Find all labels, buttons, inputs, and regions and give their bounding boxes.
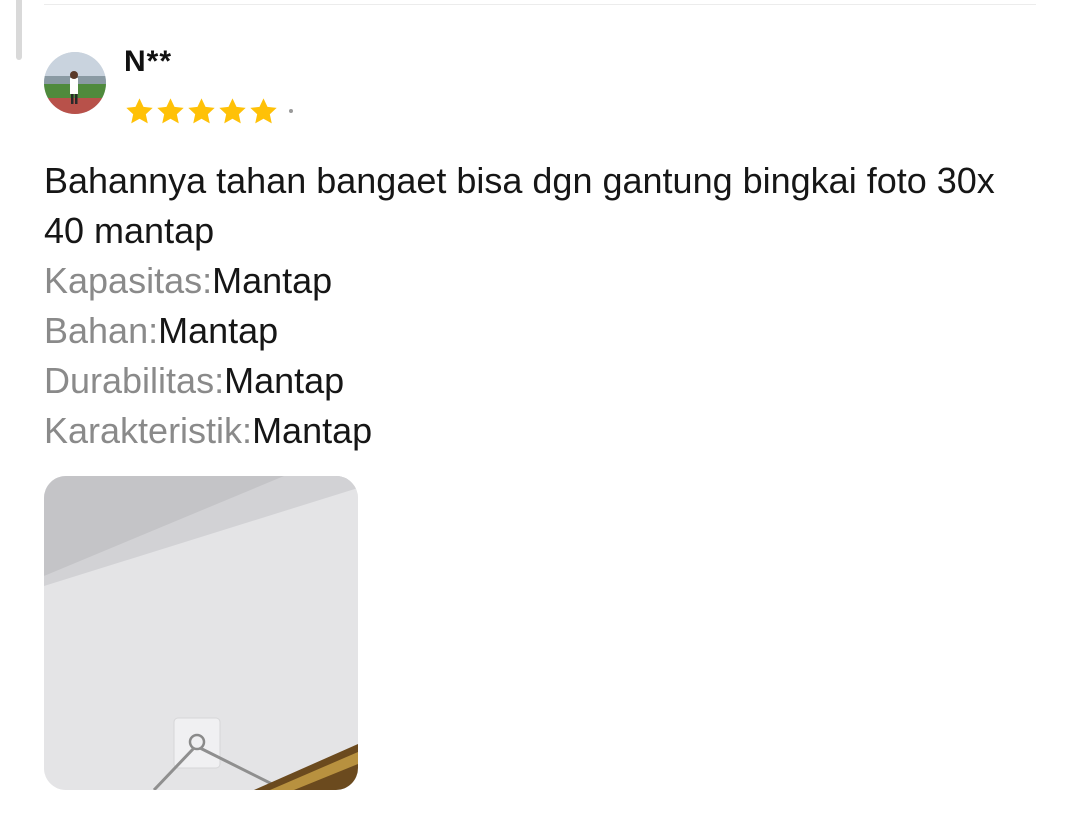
attribute-value: Mantap <box>158 310 279 351</box>
attribute-row: Bahan:Mantap <box>44 306 1044 356</box>
scroll-indicator[interactable] <box>16 0 22 60</box>
attribute-row: Kapasitas:Mantap <box>44 256 1044 306</box>
attribute-row: Karakteristik:Mantap <box>44 406 1044 456</box>
review-header: N** <box>44 44 1044 134</box>
reviewer-username: N** <box>124 45 173 78</box>
attribute-row: Durabilitas:Mantap <box>44 356 1044 406</box>
avatar-photo <box>44 52 106 114</box>
attribute-label: Kapasitas: <box>44 260 213 301</box>
review-text: Bahannya tahan bangaet bisa dgn gantung … <box>44 160 995 251</box>
attribute-label: Karakteristik: <box>44 410 253 451</box>
star-icon <box>250 97 277 123</box>
separator-dot <box>289 109 293 113</box>
review-photo-image <box>44 476 358 790</box>
attribute-value: Mantap <box>224 360 345 401</box>
attribute-value: Mantap <box>252 410 373 451</box>
attribute-label: Durabilitas: <box>44 360 225 401</box>
attribute-value: Mantap <box>212 260 333 301</box>
star-icon <box>188 97 215 123</box>
top-divider <box>44 4 1036 5</box>
star-icon <box>219 97 246 123</box>
star-icon <box>157 97 184 123</box>
star-icon <box>126 97 153 123</box>
review-body: Bahannya tahan bangaet bisa dgn gantung … <box>44 156 1044 456</box>
review-photo[interactable] <box>44 476 358 790</box>
star-rating <box>124 94 293 128</box>
avatar[interactable] <box>44 52 106 114</box>
attribute-label: Bahan: <box>44 310 159 351</box>
